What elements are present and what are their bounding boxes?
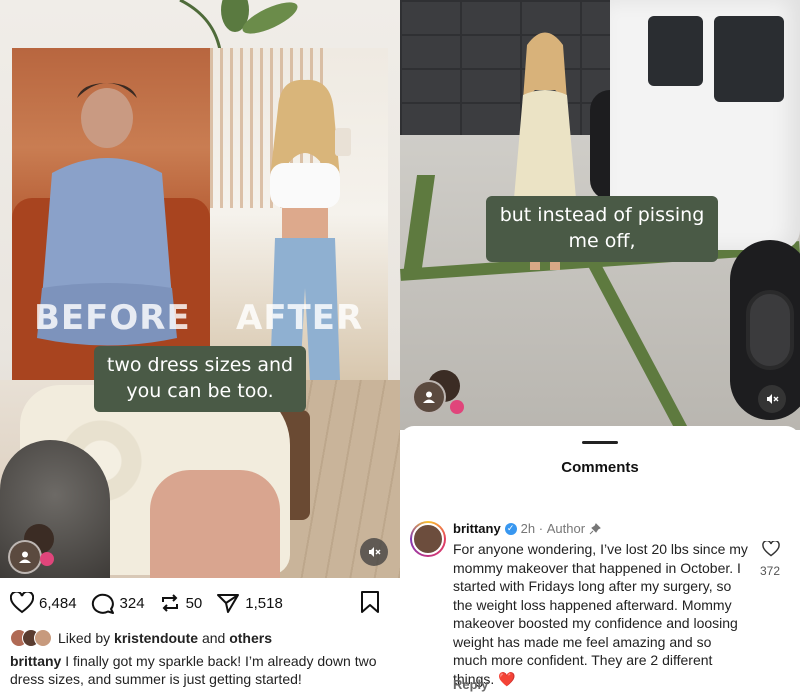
post-actions-bar: 6,484 324 50 1,518 bbox=[10, 588, 390, 618]
post-caption: brittany I finally got my sparkle back! … bbox=[10, 652, 394, 688]
video-caption: two dress sizes and you can be too. bbox=[94, 346, 306, 412]
tagged-users-button[interactable] bbox=[412, 380, 446, 414]
comment-icon bbox=[91, 593, 114, 614]
legs bbox=[150, 470, 280, 578]
video-caption: but instead of pissing me off, bbox=[486, 196, 718, 262]
comments-title: Comments bbox=[561, 459, 639, 476]
after-label: AFTER bbox=[236, 298, 364, 338]
left-post-video[interactable]: BEFORE AFTER two dress sizes and you can… bbox=[0, 0, 400, 578]
liked-by-others[interactable]: others bbox=[229, 630, 272, 646]
comment-button[interactable]: 324 bbox=[91, 592, 145, 614]
like-button[interactable]: 6,484 bbox=[10, 592, 77, 614]
before-after-image: BEFORE AFTER bbox=[12, 48, 388, 380]
mute-button[interactable] bbox=[758, 385, 786, 413]
comments-sheet: Comments brittany ✓ 2h · Author For anyo… bbox=[400, 426, 800, 693]
sheet-drag-handle[interactable] bbox=[582, 441, 618, 444]
share-icon bbox=[217, 594, 240, 613]
repost-button[interactable]: 50 bbox=[159, 592, 203, 614]
liker-avatars bbox=[10, 629, 52, 647]
liked-by-connector: and bbox=[201, 630, 226, 646]
mute-icon bbox=[767, 394, 779, 404]
repost-icon bbox=[161, 594, 178, 612]
comment-author-tag: Author bbox=[546, 521, 586, 536]
like-count: 6,484 bbox=[39, 594, 77, 612]
comment-like-count: 372 bbox=[759, 564, 781, 578]
liked-by-prefix: Liked by bbox=[58, 630, 111, 646]
user-icon bbox=[19, 551, 31, 563]
liked-by-row[interactable]: Liked by kristendoute and others bbox=[10, 628, 272, 648]
reply-button[interactable]: Reply bbox=[453, 677, 488, 692]
comment-like-button[interactable] bbox=[762, 541, 780, 557]
commenter-avatar[interactable] bbox=[410, 521, 446, 557]
before-label: BEFORE bbox=[34, 298, 191, 338]
bookmark-icon[interactable] bbox=[360, 590, 380, 614]
pin-icon bbox=[589, 522, 601, 534]
share-button[interactable]: 1,518 bbox=[216, 592, 283, 614]
right-post-panel: but instead of pissing me off, Comments … bbox=[400, 0, 800, 693]
liked-by-user[interactable]: kristendoute bbox=[114, 630, 198, 646]
comment-separator: · bbox=[538, 521, 544, 536]
comment-header: brittany ✓ 2h · Author bbox=[453, 521, 601, 536]
repost-count: 50 bbox=[185, 594, 203, 612]
heart-badge bbox=[40, 552, 54, 566]
left-post-panel: BEFORE AFTER two dress sizes and you can… bbox=[0, 0, 400, 693]
comment-time: 2h bbox=[520, 521, 536, 536]
heart-badge bbox=[450, 400, 464, 414]
comment-text: For anyone wondering, I’ve lost 20 lbs s… bbox=[453, 541, 748, 687]
user-icon bbox=[423, 391, 435, 403]
comment-count: 324 bbox=[119, 594, 145, 612]
verified-icon: ✓ bbox=[504, 522, 517, 535]
comment-username[interactable]: brittany bbox=[453, 521, 501, 536]
plant-decoration bbox=[179, 0, 298, 50]
caption-username[interactable]: brittany bbox=[10, 653, 61, 669]
heart-icon bbox=[10, 592, 34, 614]
mute-button[interactable] bbox=[360, 538, 388, 566]
caption-text: I finally got my sparkle back! I’m alrea… bbox=[10, 653, 377, 687]
tagged-users-button[interactable] bbox=[8, 540, 42, 574]
mute-icon bbox=[369, 547, 381, 557]
right-post-video[interactable]: but instead of pissing me off, bbox=[400, 0, 800, 430]
share-count: 1,518 bbox=[245, 594, 283, 612]
